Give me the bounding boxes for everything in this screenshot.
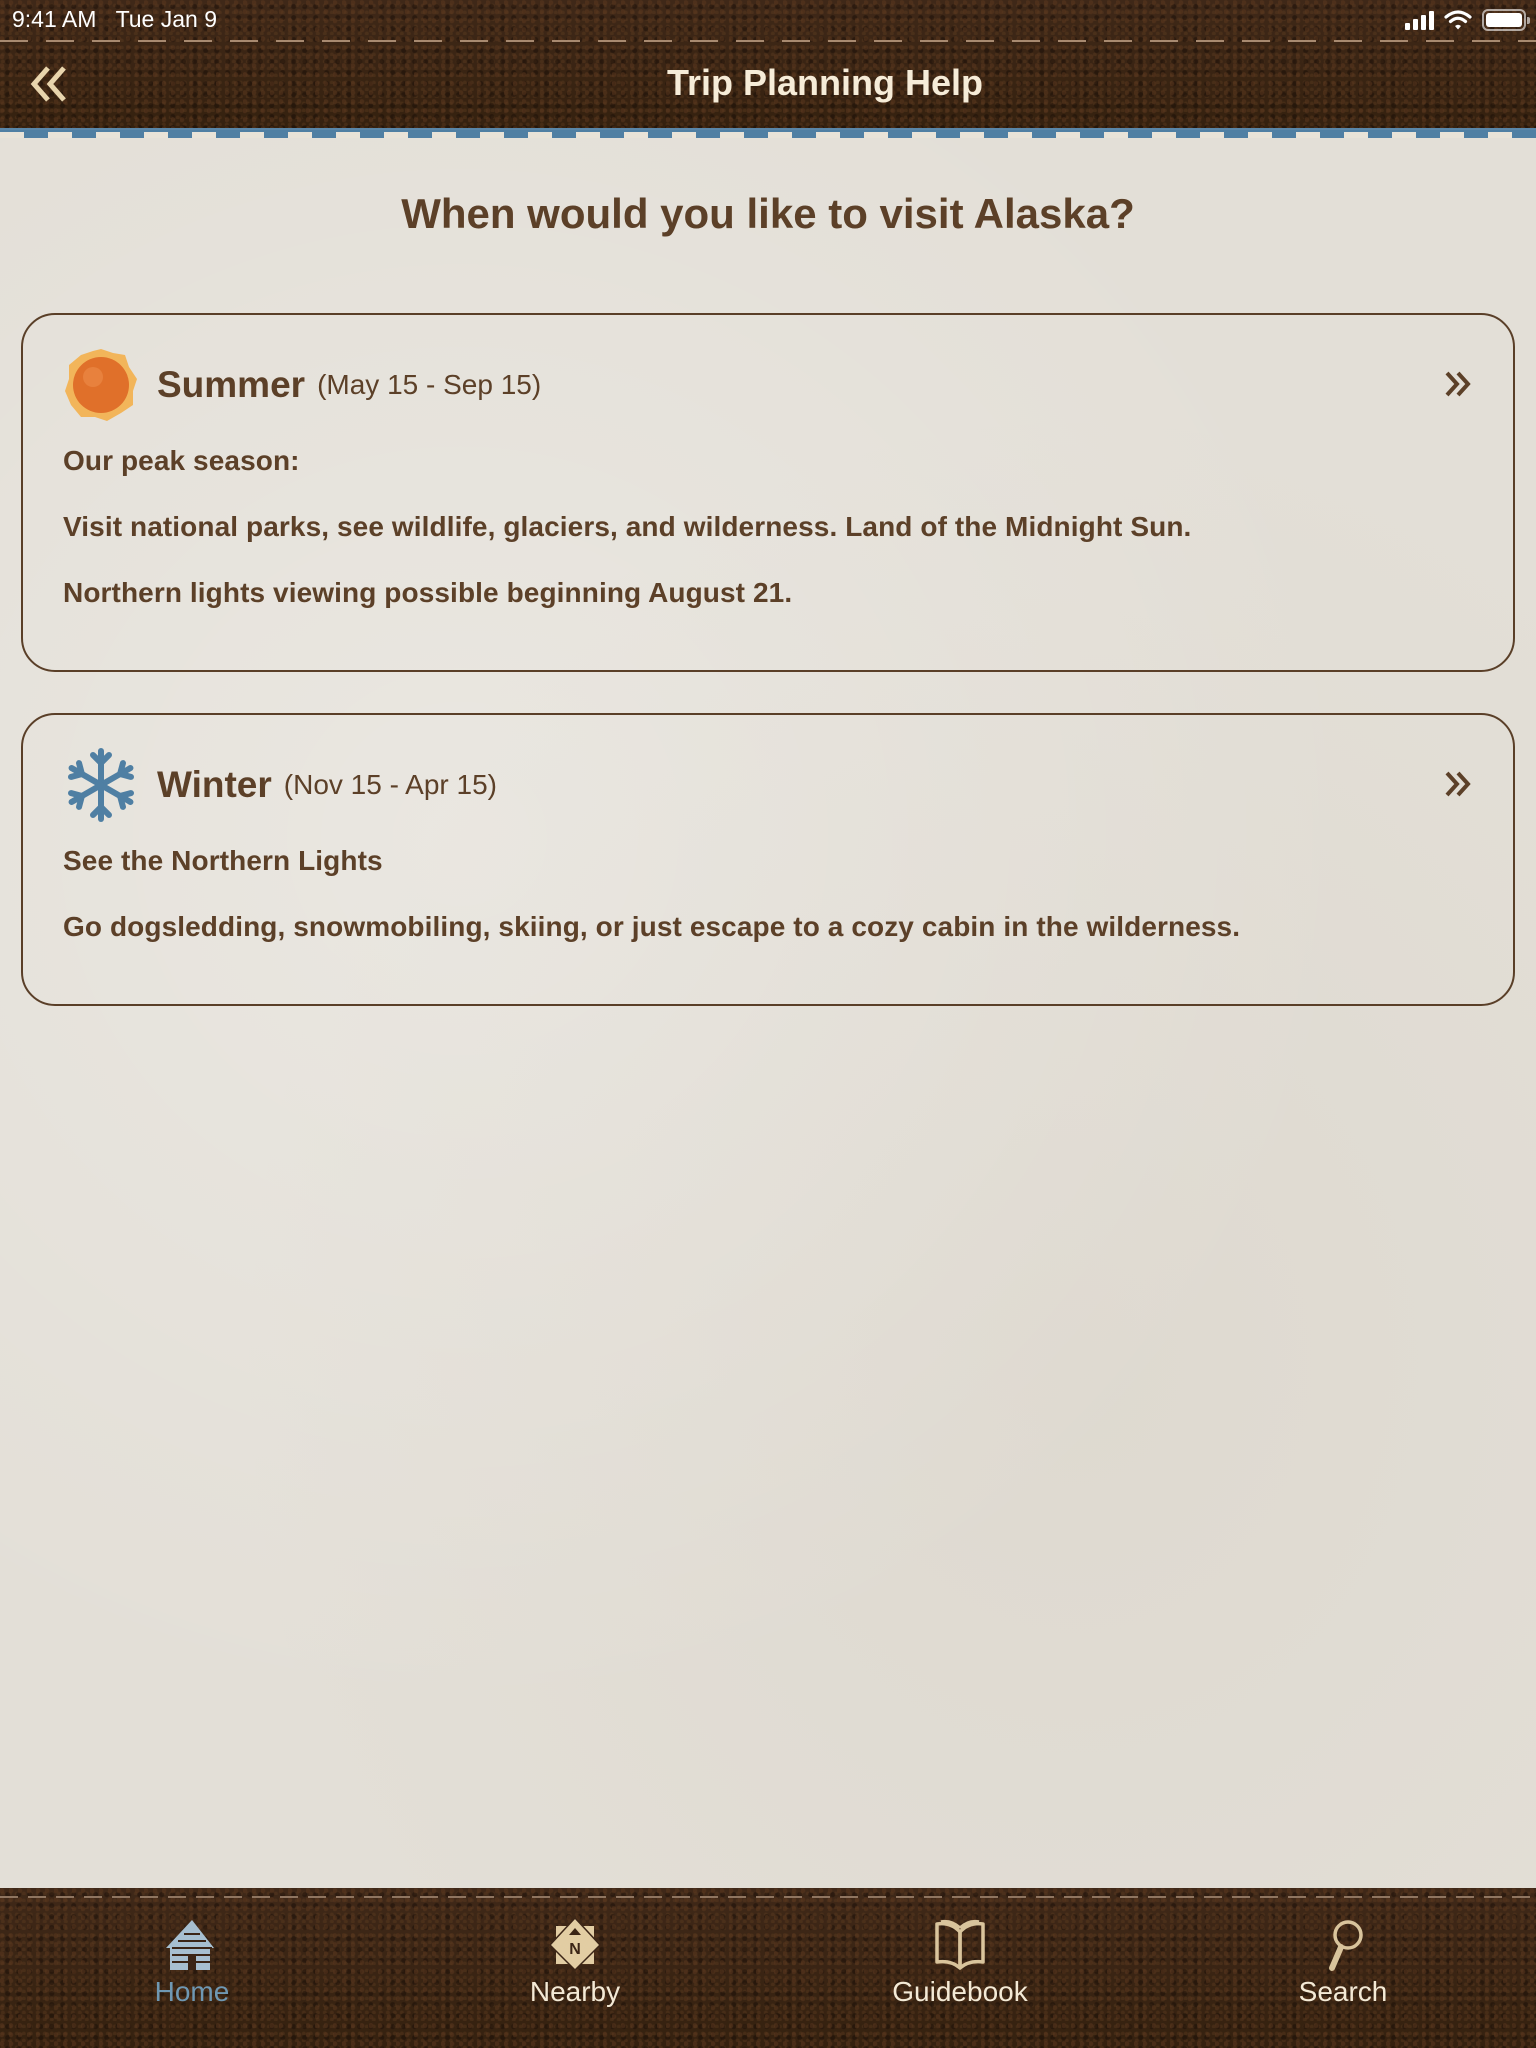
tab-label: Nearby xyxy=(529,1976,621,2007)
double-chevron-right-icon[interactable] xyxy=(1441,767,1475,801)
double-chevron-right-icon[interactable] xyxy=(1441,367,1475,401)
tab-bar: Home N Nearby Guidebook Search xyxy=(0,1888,1536,2048)
open-book-icon xyxy=(930,1916,990,1974)
cabin-icon xyxy=(162,1916,222,1974)
tab-guidebook[interactable]: Guidebook xyxy=(860,1916,1060,2026)
season-card-summer[interactable]: Summer (May 15 - Sep 15) Our peak season… xyxy=(21,313,1515,672)
season-description-line: Northern lights viewing possible beginni… xyxy=(63,577,793,608)
top-bar: 9:41 AM Tue Jan 9 Trip Planning Help xyxy=(0,0,1536,128)
decorative-stripe xyxy=(0,128,1536,138)
compass-north-icon: N xyxy=(545,1916,605,1974)
season-name: Winter xyxy=(157,764,272,805)
sun-icon xyxy=(65,349,137,421)
season-range: (Nov 15 - Apr 15) xyxy=(283,769,497,800)
season-description-line: Visit national parks, see wildlife, glac… xyxy=(63,511,1192,542)
snowflake-icon xyxy=(68,748,134,822)
season-description-line: See the Northern Lights xyxy=(63,845,383,876)
stitching-divider xyxy=(0,1896,1536,1898)
season-name: Summer xyxy=(157,364,306,405)
status-bar: 9:41 AM Tue Jan 9 xyxy=(0,0,1536,40)
svg-text:N: N xyxy=(569,1941,581,1958)
tab-nearby[interactable]: N Nearby xyxy=(475,1916,675,2026)
card-header: Winter (Nov 15 - Apr 15) xyxy=(63,745,497,825)
content-area: When would you like to visit Alaska? Sum… xyxy=(0,138,1536,1888)
magnifier-icon xyxy=(1313,1916,1373,1974)
season-description-line: Go dogsledding, snowmobiling, skiing, or… xyxy=(63,911,1241,942)
season-card-winter[interactable]: Winter (Nov 15 - Apr 15) See the Norther… xyxy=(21,713,1515,1006)
status-clock: 9:41 AM xyxy=(12,6,97,32)
question-heading: When would you like to visit Alaska? xyxy=(401,190,1135,237)
wifi-icon xyxy=(1444,10,1472,30)
cellular-signal-icon xyxy=(1405,10,1434,30)
tab-label: Search xyxy=(1298,1976,1388,2007)
status-icons xyxy=(1405,8,1530,32)
status-date: Tue Jan 9 xyxy=(115,6,217,32)
navigation-bar: Trip Planning Help xyxy=(0,42,1536,128)
tab-home[interactable]: Home xyxy=(92,1916,292,2026)
tab-label: Guidebook xyxy=(892,1976,1028,2007)
season-range: (May 15 - Sep 15) xyxy=(317,369,542,400)
status-time: 9:41 AM Tue Jan 9 xyxy=(12,6,217,33)
tab-label: Home xyxy=(154,1976,230,2007)
card-header: Summer (May 15 - Sep 15) xyxy=(63,345,541,425)
tab-search[interactable]: Search xyxy=(1243,1916,1443,2026)
season-description-line: Our peak season: xyxy=(63,445,300,476)
page-title: Trip Planning Help xyxy=(666,62,984,103)
battery-icon xyxy=(1482,9,1530,31)
